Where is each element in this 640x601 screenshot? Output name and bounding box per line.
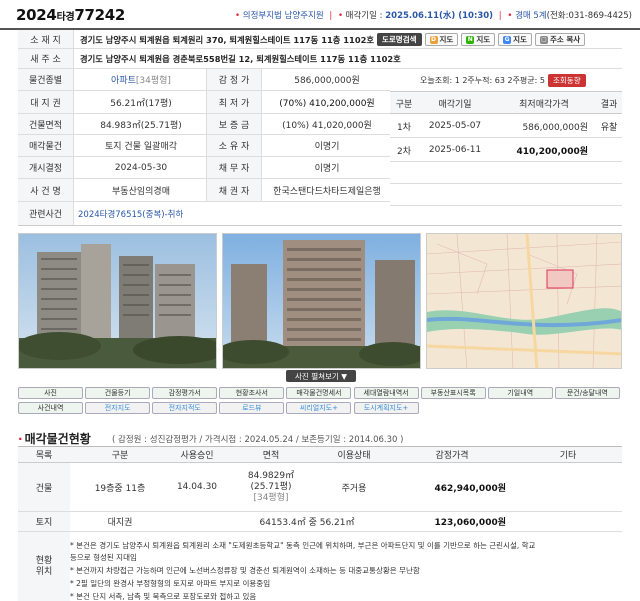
section-title: · 매각물건현황: [18, 432, 91, 446]
detail-label-2: 소 유 자: [206, 135, 262, 156]
detail-label: 사 건 명: [18, 179, 74, 201]
location-note: * 2필 일단의 완경사 부정형형의 토지로 아파트 부지로 이용중임: [70, 579, 271, 588]
google-map-button[interactable]: G 지도: [498, 33, 532, 46]
nav-button[interactable]: 현황조사서: [219, 387, 285, 399]
copy-icon: ▢: [539, 35, 548, 44]
new-address-label: 새 주 소: [18, 49, 74, 68]
detail-label-2: 채 권 자: [206, 179, 262, 201]
history-header-date: 매각기일: [438, 100, 472, 110]
court-name[interactable]: 의정부지법 남양주지원: [243, 11, 324, 21]
address-label: 소 재 지: [18, 30, 74, 48]
table-row: 건물 19층중 11층 14.04.30 84.9829㎡ (25.71평) […: [18, 463, 622, 512]
sale-history-table: 구분 매각기일 최저매각가격 결과 1차 2025-05-07 586,000,…: [390, 91, 622, 206]
new-address-value: 경기도 남양주시 퇴계원읍 경춘북로558번길 12, 퇴계원힐스테이트 117…: [80, 54, 401, 64]
detail-value-2: 이명기: [314, 164, 340, 174]
photo-expand-button[interactable]: 사진 펼쳐보기 ▼: [286, 370, 356, 382]
address-value: 경기도 남양주시 퇴계원읍 퇴계원리 370, 퇴계원힐스테이트 117동 11…: [80, 34, 374, 45]
history-header-round: 구분: [395, 100, 413, 110]
detail-value-2: 586,000,000원: [294, 76, 360, 86]
case-header: 2024타경77242 • 의정부지법 남양주지원 | • 매각기일 : 202…: [0, 0, 640, 30]
nav-button[interactable]: 전자지적도: [152, 402, 218, 414]
detail-label: 건물면적: [18, 114, 74, 134]
detail-value-2: 이명기: [314, 142, 340, 152]
detail-value: 84.983㎡(25.71평): [100, 120, 182, 131]
detail-row: 물건종별 아파트 [34평형] 감 정 가 586,000,000원: [18, 69, 390, 91]
related-case-link[interactable]: 2024타경76515(중복)-취하: [78, 202, 183, 226]
detail-label: 개시결정: [18, 157, 74, 178]
detail-value-2: (10%) 41,020,000원: [282, 120, 372, 131]
table-row: 토지 대지권 64153.4㎡ 중 56.21㎡ 123,060,000원: [18, 512, 622, 532]
nav-button[interactable]: 사진: [18, 387, 84, 399]
nav-button[interactable]: 감정평가서: [152, 387, 218, 399]
naver-map-button[interactable]: N 지도: [461, 33, 496, 46]
detail-label: 매각물건: [18, 135, 74, 156]
chevron-down-icon: ▼: [341, 371, 347, 381]
google-icon: G: [503, 35, 512, 44]
detail-label: 대 지 권: [18, 91, 74, 113]
detail-value-2: 한국스탠다드차타드제일은행: [273, 186, 381, 197]
detail-row: 건물면적 84.983㎡(25.71평) 보 증 금 (10%) 41,020,000…: [18, 114, 390, 135]
detail-label-2: 최 저 가: [206, 91, 262, 113]
nav-button[interactable]: 기일내역: [487, 387, 553, 399]
nav-button[interactable]: 도시계획지도+: [353, 402, 419, 414]
detail-value: 56.21㎡(17평): [110, 98, 172, 109]
detail-row: 매각물건 토지 건물 일괄매각 소 유 자 이명기: [18, 135, 390, 157]
detail-value: 토지 건물 일괄매각: [105, 142, 177, 152]
detail-value: 2024-05-30: [114, 162, 168, 173]
nav-button[interactable]: 씨리얼지도+: [286, 402, 352, 414]
detail-label-2: 보 증 금: [206, 114, 262, 134]
location-note: * 본건 단지 서측, 남측 및 북측으로 포장도로와 접하고 있음: [70, 592, 257, 601]
dept-phone: (전화:031-869-4425): [546, 11, 632, 21]
history-row: 1차 2025-05-07 586,000,000원 유찰: [390, 114, 622, 138]
location-note: 등으로 형성된 지대임: [70, 553, 137, 562]
nav-button[interactable]: 세대열람내역서: [353, 387, 419, 399]
detail-label-2: 감 정 가: [206, 69, 262, 90]
sale-date: 2025.06.11(水) (10:30): [385, 11, 494, 21]
view-trend-button[interactable]: 조회동향: [548, 73, 586, 87]
nav-button[interactable]: 매각물건명세서: [286, 387, 352, 399]
history-row: 2차 2025-06-11 410,200,000원: [390, 138, 622, 162]
detail-label-2: 채 무 자: [206, 157, 262, 178]
naver-icon: N: [466, 35, 475, 44]
related-row: 관련사건 2024타경76515(중복)-취하: [18, 202, 622, 226]
detail-value-2: (70%) 410,200,000원: [279, 98, 375, 109]
related-label: 관련사건: [18, 202, 74, 225]
nav-button[interactable]: 문건/송달내역: [554, 387, 620, 399]
daum-map-button[interactable]: D 지도: [424, 33, 459, 46]
nav-button[interactable]: 사건내역: [18, 402, 84, 414]
view-stats: 오늘조회: 1 2주누적: 63 2주평균: 5 조회동향: [420, 69, 586, 91]
section-subtitle: ( 감정원 : 성진감정평가 / 가격시점 : 2024.05.24 / 보존등…: [112, 435, 404, 445]
header-info: • 의정부지법 남양주지원 | • 매각기일 : 2025.06.11(水) (…: [235, 11, 632, 21]
photo-apartment-1[interactable]: [18, 233, 217, 369]
address-row: 소 재 지 경기도 남양주시 퇴계원읍 퇴계원리 370, 퇴계원힐스테이트 1…: [18, 30, 622, 49]
history-header-price: 최저매각가격: [519, 100, 569, 110]
daum-icon: D: [429, 35, 438, 44]
copy-address-button[interactable]: ▢ 주소 복사: [534, 33, 586, 46]
history-header-result: 결과: [600, 100, 618, 110]
detail-label: 물건종별: [18, 69, 74, 90]
detail-row: 대 지 권 56.21㎡(17평) 최 저 가 (70%) 410,200,000원: [18, 91, 390, 114]
case-number: 2024타경77242: [16, 6, 126, 24]
detail-value: 부동산임의경매: [112, 186, 170, 197]
dept-link[interactable]: 경매 5계: [515, 11, 547, 21]
item-table-header: 목록 구분 사용승인 면적 이용상태 감정가격 기타: [18, 446, 622, 463]
nav-button[interactable]: 부동산표시목록: [420, 387, 486, 399]
road-search-button[interactable]: 도로명검색: [377, 33, 422, 46]
detail-value[interactable]: 아파트 [34평형]: [76, 69, 206, 90]
location-note: * 본건까지 차량접근 가능하며 인근에 노선버스정류장 및 경춘선 퇴계원역이…: [70, 566, 420, 575]
new-address-row: 새 주 소 경기도 남양주시 퇴계원읍 경춘북로558번길 12, 퇴계원힐스테…: [18, 49, 622, 69]
detail-row: 개시결정 2024-05-30 채 무 자 이명기: [18, 157, 390, 179]
location-note: * 본건은 경기도 남양주시 퇴계원읍 퇴계원리 소재 "도제원초등학교" 동측…: [70, 541, 536, 550]
photo-map[interactable]: [426, 233, 622, 369]
detail-row: 사 건 명 부동산임의경매 채 권 자 한국스탠다드차타드제일은행: [18, 179, 390, 202]
nav-button[interactable]: 전자지도: [85, 402, 151, 414]
nav-button[interactable]: 건물등기: [85, 387, 151, 399]
photo-apartment-2[interactable]: [222, 233, 421, 369]
nav-button[interactable]: 로드뷰: [219, 402, 285, 414]
